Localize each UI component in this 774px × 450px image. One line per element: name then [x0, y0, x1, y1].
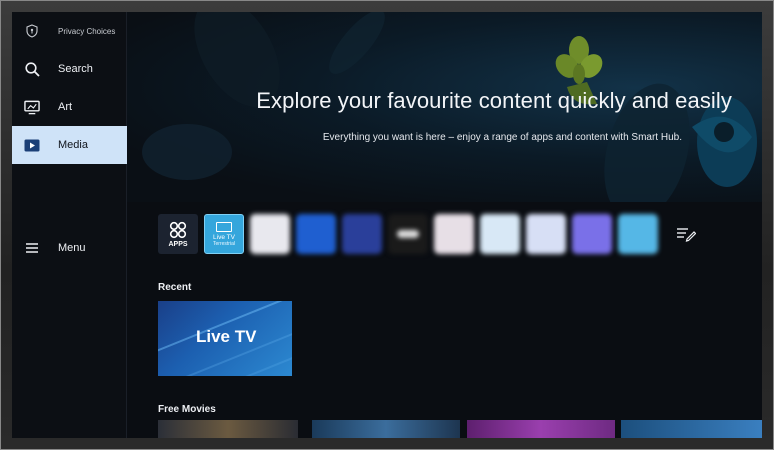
shield-icon — [26, 24, 38, 38]
free-movies-heading: Free Movies — [158, 404, 216, 415]
recent-card-label: Live TV — [196, 327, 257, 346]
app-tile[interactable] — [480, 214, 520, 254]
apps-label: APPS — [168, 240, 188, 248]
apps-grid-icon — [169, 221, 187, 238]
sidebar-item-search[interactable]: Search — [12, 50, 127, 88]
app-tile[interactable] — [296, 214, 336, 254]
art-icon — [24, 99, 40, 115]
edit-list-icon[interactable] — [676, 226, 696, 242]
sidebar-item-label: Search — [58, 63, 93, 75]
sidebar-item-menu[interactable]: Menu — [12, 229, 127, 267]
live-tv-tile-label: Live TV — [213, 233, 235, 241]
sidebar-item-media[interactable]: Media — [12, 126, 127, 164]
sidebar: Privacy Choices Search Art Media Menu — [12, 12, 127, 438]
sidebar-item-label: Media — [58, 139, 88, 151]
app-tile[interactable] — [618, 214, 658, 254]
recent-heading: Recent — [158, 282, 192, 293]
app-tile[interactable] — [250, 214, 290, 254]
movie-thumbnail[interactable] — [158, 420, 298, 438]
privacy-choices-button[interactable]: Privacy Choices — [12, 12, 127, 50]
media-icon — [24, 137, 40, 153]
app-tile[interactable] — [526, 214, 566, 254]
movie-thumbnail[interactable] — [312, 420, 460, 438]
search-icon — [24, 61, 40, 77]
tv-screen: Privacy Choices Search Art Media Menu Ex… — [12, 12, 762, 438]
tv-icon — [216, 221, 232, 232]
app-tile[interactable] — [572, 214, 612, 254]
live-tv-tile-sublabel: Terrestrial — [213, 240, 235, 247]
app-tile[interactable] — [342, 214, 382, 254]
movie-thumbnail[interactable] — [467, 420, 615, 438]
menu-icon — [24, 240, 40, 256]
hero-banner: Explore your favourite content quickly a… — [127, 12, 762, 202]
sidebar-item-label: Menu — [58, 242, 86, 254]
apps-button[interactable]: APPS — [158, 214, 198, 254]
recent-live-tv-card[interactable]: Live TV — [158, 301, 292, 376]
hero-subtitle: Everything you want is here – enjoy a ra… — [322, 132, 682, 143]
privacy-choices-label: Privacy Choices — [58, 26, 116, 36]
sidebar-item-art[interactable]: Art — [12, 88, 127, 126]
apps-row: APPS Live TV Terrestrial — [158, 214, 718, 258]
hero-title: Explore your favourite content quickly a… — [256, 88, 732, 113]
movie-thumbnail[interactable] — [621, 420, 762, 438]
sidebar-item-label: Art — [58, 101, 73, 113]
app-tile[interactable] — [388, 214, 428, 254]
app-tile[interactable] — [434, 214, 474, 254]
live-tv-app-tile[interactable]: Live TV Terrestrial — [204, 214, 244, 254]
